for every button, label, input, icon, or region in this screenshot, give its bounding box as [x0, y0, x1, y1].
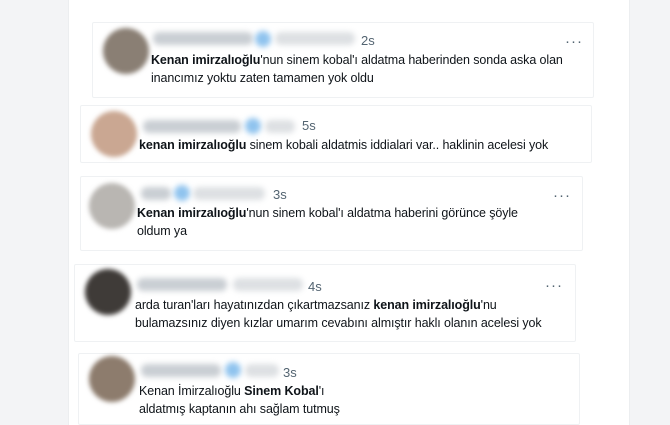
tweet-card[interactable]: 4s ··· arda turan'ları hayatınızdan çıka…: [74, 264, 576, 342]
bold-name: kenan imirzalıoğlu: [139, 138, 247, 152]
avatar[interactable]: [91, 111, 137, 157]
blurred-username[interactable]: [141, 364, 221, 377]
tweet-text: Kenan İmirzalıoğlu Sinem Kobal'ı aldatmı…: [139, 382, 349, 418]
avatar[interactable]: [89, 356, 135, 402]
bold-name: Sinem Kobal: [244, 384, 319, 398]
avatar[interactable]: [89, 183, 135, 229]
tweet-card[interactable]: 3s Kenan İmirzalıoğlu Sinem Kobal'ı alda…: [78, 353, 580, 425]
tweet-timestamp[interactable]: 3s: [273, 187, 287, 202]
blurred-handle[interactable]: [193, 187, 265, 200]
blurred-handle[interactable]: [233, 278, 303, 291]
tweet-text-rest: sinem kobali aldatmis iddialari var.. ha…: [246, 138, 549, 152]
tweet-text: kenan imirzalıoğlu sinem kobali aldatmis…: [139, 136, 579, 154]
tweet-timestamp[interactable]: 5s: [302, 118, 316, 133]
tweet-text: Kenan imirzalıoğlu'nun sinem kobal'ı ald…: [151, 51, 576, 87]
bold-name: kenan imirzalıoğlu: [373, 298, 481, 312]
bold-name: Kenan imirzalıoğlu: [137, 206, 247, 220]
blurred-handle[interactable]: [275, 32, 355, 45]
verified-icon: [255, 31, 271, 47]
blurred-username[interactable]: [153, 32, 253, 45]
blurred-username[interactable]: [141, 187, 171, 200]
avatar[interactable]: [85, 269, 131, 315]
avatar[interactable]: [103, 28, 149, 74]
tweet-text: Kenan imirzalıoğlu'nun sinem kobal'ı ald…: [137, 204, 527, 240]
tweet-text: arda turan'ları hayatınızdan çıkartmazsa…: [135, 296, 565, 332]
tweet-timestamp[interactable]: 3s: [283, 365, 297, 380]
more-options-icon[interactable]: ···: [545, 278, 563, 293]
tweet-text-pre: arda turan'ları hayatınızdan çıkartmazsa…: [135, 298, 374, 312]
tweet-timestamp[interactable]: 2s: [361, 33, 375, 48]
bold-name: Kenan imirzalıoğlu: [151, 53, 261, 67]
verified-icon: [225, 362, 241, 378]
verified-icon: [245, 118, 261, 134]
tweet-card[interactable]: 5s kenan imirzalıoğlu sinem kobali aldat…: [80, 105, 592, 163]
verified-icon: [174, 185, 190, 201]
more-options-icon[interactable]: ···: [553, 188, 571, 203]
blurred-username[interactable]: [137, 278, 227, 291]
blurred-username[interactable]: [143, 120, 241, 133]
blurred-handle[interactable]: [265, 120, 295, 133]
tweet-card[interactable]: 2s ··· Kenan imirzalıoğlu'nun sinem koba…: [92, 22, 594, 98]
tweet-text-pre: Kenan İmirzalıoğlu: [139, 384, 245, 398]
blurred-handle[interactable]: [245, 364, 279, 377]
tweet-timestamp[interactable]: 4s: [308, 279, 322, 294]
more-options-icon[interactable]: ···: [565, 34, 583, 49]
tweet-card[interactable]: 3s ··· Kenan imirzalıoğlu'nun sinem koba…: [80, 176, 583, 251]
